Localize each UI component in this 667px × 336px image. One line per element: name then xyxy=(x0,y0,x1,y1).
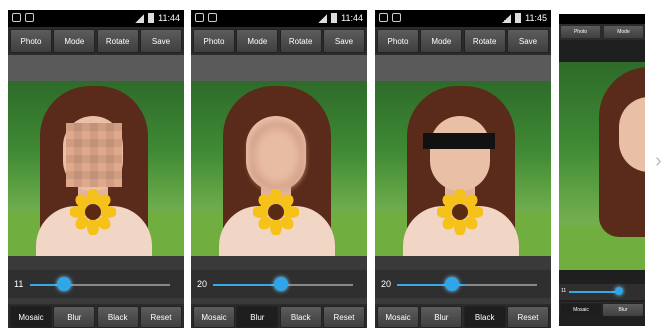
status-bar: 11:44 xyxy=(191,10,367,27)
blur-button[interactable]: Blur xyxy=(236,306,279,328)
strength-slider[interactable]: 20 xyxy=(191,270,367,298)
blur-button[interactable]: Blur xyxy=(420,306,463,328)
black-button[interactable]: Black xyxy=(96,306,139,328)
face xyxy=(430,116,490,191)
top-toolbar: Photo Mode xyxy=(559,24,645,40)
notification-icon xyxy=(195,13,204,22)
photo-canvas[interactable] xyxy=(559,62,645,270)
photo-canvas[interactable] xyxy=(8,81,184,256)
save-button[interactable]: Save xyxy=(322,29,365,53)
bottom-toolbar: Mosaic Blur Black Reset xyxy=(191,304,367,328)
notification-icon xyxy=(12,13,21,22)
rotate-button[interactable]: Rotate xyxy=(463,29,506,53)
top-toolbar: Photo Mode Rotate Save xyxy=(8,27,184,55)
mosaic-button[interactable]: Mosaic xyxy=(377,306,419,328)
reset-button[interactable]: Reset xyxy=(322,306,365,328)
photo-button[interactable]: Photo xyxy=(193,29,235,53)
status-bar xyxy=(559,14,645,24)
save-button[interactable]: Save xyxy=(139,29,182,53)
blur-button[interactable]: Blur xyxy=(602,303,644,317)
status-bar: 11:45 xyxy=(375,10,551,27)
slider-knob[interactable] xyxy=(445,277,459,291)
signal-icon xyxy=(318,13,328,23)
next-arrow-icon[interactable]: › xyxy=(655,150,662,173)
status-time: 11:44 xyxy=(341,13,363,23)
black-button[interactable]: Black xyxy=(463,306,506,328)
battery-icon xyxy=(331,13,338,23)
status-bar: 11:44 xyxy=(8,10,184,27)
cat-icon xyxy=(25,13,34,22)
top-toolbar: Photo Mode Rotate Save xyxy=(375,27,551,55)
mode-button[interactable]: Mode xyxy=(604,26,643,38)
slider-knob[interactable] xyxy=(274,277,288,291)
status-time: 11:44 xyxy=(158,13,180,23)
rotate-button[interactable]: Rotate xyxy=(96,29,139,53)
mode-button[interactable]: Mode xyxy=(420,29,463,53)
mosaic-button[interactable]: Mosaic xyxy=(193,306,235,328)
signal-icon xyxy=(502,13,512,23)
mosaic-button[interactable]: Mosaic xyxy=(10,306,52,328)
bottom-toolbar: Mosaic Blur xyxy=(559,302,645,317)
phone-screen-black: 11:45 Photo Mode Rotate Save 20 Mosaic B… xyxy=(375,10,551,328)
cat-icon xyxy=(208,13,217,22)
signal-icon xyxy=(135,13,145,23)
canvas-padding xyxy=(375,55,551,81)
slider-value: 11 xyxy=(561,288,567,294)
black-bar-region xyxy=(423,133,495,149)
battery-icon xyxy=(148,13,155,23)
mode-button[interactable]: Mode xyxy=(236,29,279,53)
black-button[interactable]: Black xyxy=(279,306,322,328)
phone-screen-partial: Photo Mode 11 Mosaic Blur xyxy=(559,14,645,326)
sunflower-icon xyxy=(437,189,483,235)
photo-button[interactable]: Photo xyxy=(561,26,600,38)
slider-value: 11 xyxy=(14,279,24,289)
canvas-padding xyxy=(191,55,367,81)
reset-button[interactable]: Reset xyxy=(139,306,182,328)
phone-screen-blur: 11:44 Photo Mode Rotate Save 20 Mosaic B… xyxy=(191,10,367,328)
bottom-toolbar: Mosaic Blur Black Reset xyxy=(8,304,184,328)
notification-icon xyxy=(379,13,388,22)
slider-knob[interactable] xyxy=(615,287,623,295)
phone-screen-mosaic: 11:44 Photo Mode Rotate Save 11 Mosaic B… xyxy=(8,10,184,328)
battery-icon xyxy=(515,13,522,23)
rotate-button[interactable]: Rotate xyxy=(279,29,322,53)
top-toolbar: Photo Mode Rotate Save xyxy=(191,27,367,55)
photo-button[interactable]: Photo xyxy=(10,29,52,53)
canvas-padding xyxy=(8,55,184,81)
photo-canvas[interactable] xyxy=(375,81,551,256)
save-button[interactable]: Save xyxy=(506,29,549,53)
mode-button[interactable]: Mode xyxy=(53,29,96,53)
blur-button[interactable]: Blur xyxy=(53,306,96,328)
mosaic-region xyxy=(66,123,122,187)
blur-region xyxy=(249,121,305,191)
strength-slider[interactable]: 11 xyxy=(559,284,645,300)
slider-knob[interactable] xyxy=(57,277,71,291)
photo-button[interactable]: Photo xyxy=(377,29,419,53)
strength-slider[interactable]: 20 xyxy=(375,270,551,298)
slider-fill xyxy=(569,291,619,293)
reset-button[interactable]: Reset xyxy=(506,306,549,328)
slider-value: 20 xyxy=(197,279,208,289)
slider-fill xyxy=(213,284,281,286)
bottom-toolbar: Mosaic Blur Black Reset xyxy=(375,304,551,328)
slider-value: 20 xyxy=(381,279,392,289)
sunflower-icon xyxy=(253,189,299,235)
cat-icon xyxy=(392,13,401,22)
photo-canvas[interactable] xyxy=(191,81,367,256)
mosaic-button[interactable]: Mosaic xyxy=(560,303,602,317)
status-time: 11:45 xyxy=(525,13,547,23)
sunflower-icon xyxy=(70,189,116,235)
strength-slider[interactable]: 11 xyxy=(8,270,184,298)
